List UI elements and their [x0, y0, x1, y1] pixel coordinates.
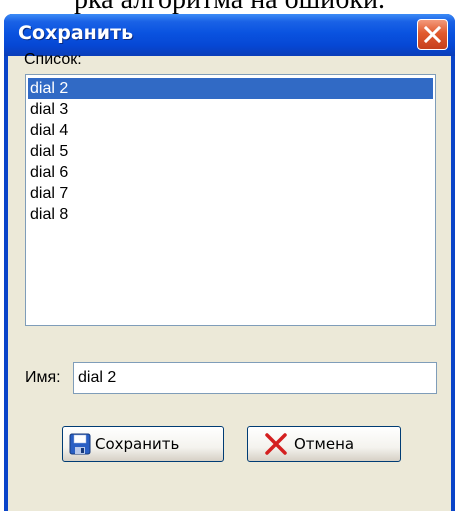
list-item[interactable]: dial 4 — [28, 120, 433, 141]
dialog-title: Сохранить — [18, 22, 134, 44]
cancel-button-label: Отмена — [294, 435, 355, 453]
close-button[interactable] — [417, 19, 448, 50]
list-item[interactable]: dial 5 — [28, 141, 433, 162]
list-item[interactable]: dial 6 — [28, 162, 433, 183]
name-label: Имя: — [25, 369, 61, 386]
title-bar[interactable]: Сохранить — [4, 14, 455, 56]
red-x-icon — [264, 432, 288, 456]
list-item[interactable]: dial 7 — [28, 183, 433, 204]
dial-listbox[interactable]: dial 2 dial 3 dial 4 dial 5 dial 6 dial … — [25, 74, 436, 326]
cancel-button[interactable]: Отмена — [247, 426, 401, 462]
list-item[interactable]: dial 8 — [28, 204, 433, 225]
save-button-label: Сохранить — [95, 435, 180, 453]
floppy-disk-icon — [69, 433, 91, 455]
list-label: Список: — [24, 51, 82, 68]
list-item[interactable]: dial 3 — [28, 99, 433, 120]
name-input[interactable] — [73, 362, 437, 394]
list-item[interactable]: dial 2 — [28, 78, 433, 99]
save-button[interactable]: Сохранить — [62, 426, 224, 462]
close-icon — [423, 25, 442, 44]
